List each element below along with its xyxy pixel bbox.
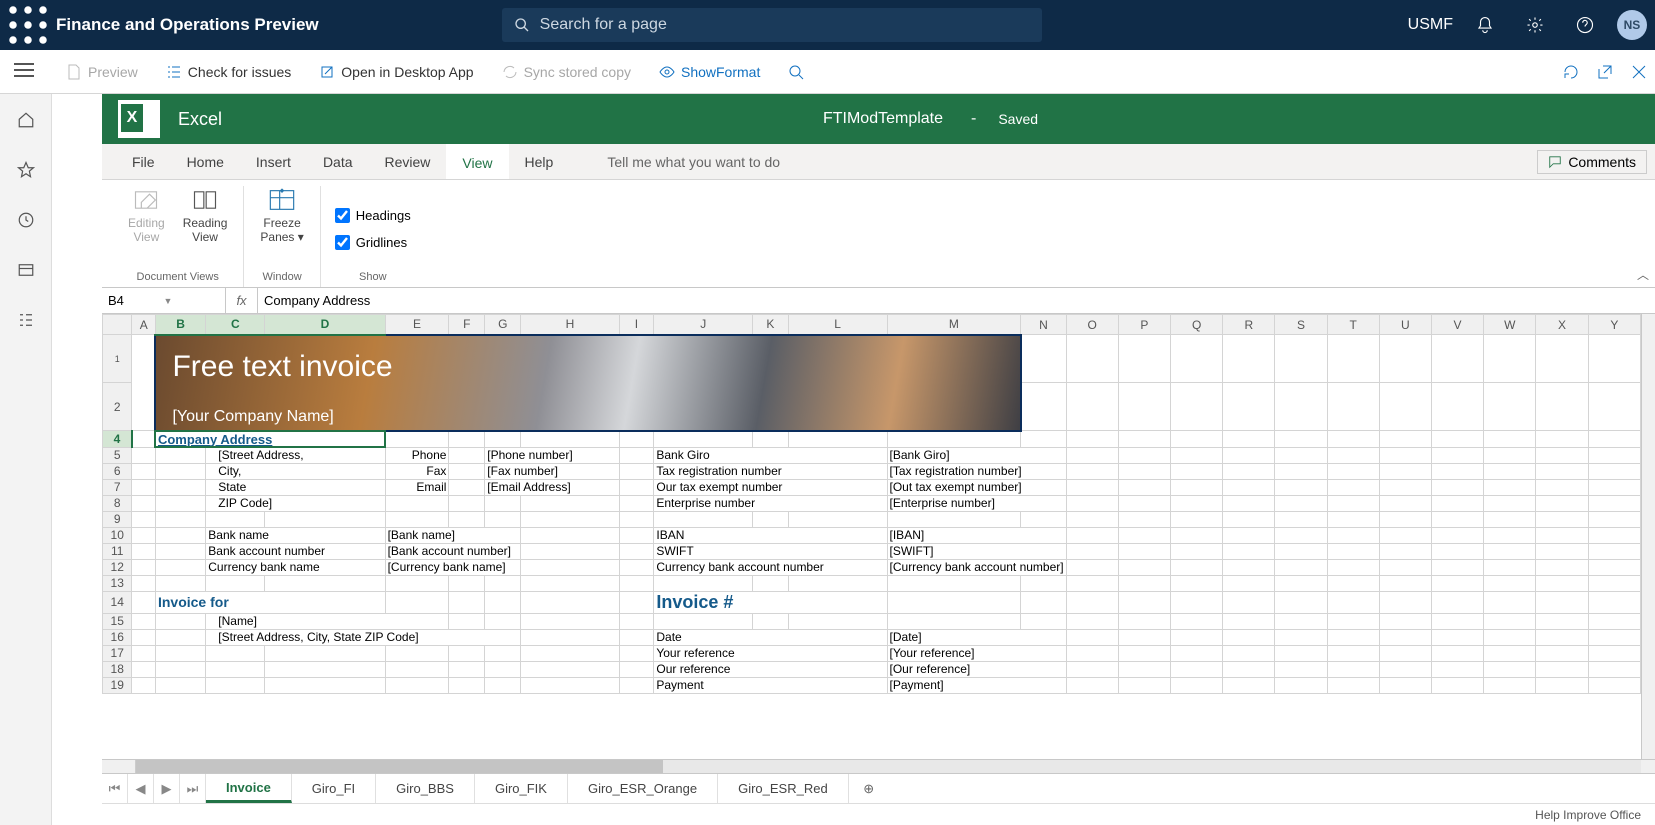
clock-icon[interactable] (14, 208, 38, 232)
popout-icon (1597, 64, 1613, 80)
freeze-icon (268, 188, 296, 212)
tab-data[interactable]: Data (307, 144, 369, 179)
star-icon[interactable] (14, 158, 38, 182)
sheet-tab-giro-esr-orange[interactable]: Giro_ESR_Orange (568, 774, 718, 803)
search-action[interactable] (788, 64, 804, 80)
bell-icon[interactable] (1467, 7, 1503, 43)
editing-view-button: Editing View (122, 186, 171, 271)
comment-icon (1548, 155, 1562, 169)
tab-home[interactable]: Home (171, 144, 240, 179)
comments-button[interactable]: Comments (1537, 150, 1647, 174)
workspace-icon[interactable] (14, 258, 38, 282)
action-bar: Preview Check for issues Open in Desktop… (0, 50, 1655, 94)
group-document-views: Document Views (122, 271, 233, 287)
tab-file[interactable]: File (116, 144, 171, 179)
sync-button: Sync stored copy (502, 64, 631, 80)
book-icon (191, 188, 219, 212)
ribbon-tabs: File Home Insert Data Review View Help T… (102, 144, 1655, 180)
sheet-nav-next[interactable]: ▶ (154, 774, 180, 803)
header-right: USMF NS (1408, 7, 1647, 43)
list-check-icon (166, 64, 182, 80)
company-code[interactable]: USMF (1408, 16, 1453, 34)
refresh-icon (1563, 64, 1579, 80)
check-issues-button[interactable]: Check for issues (166, 64, 291, 80)
sheet-nav-prev[interactable]: ◀ (128, 774, 154, 803)
tab-insert[interactable]: Insert (240, 144, 307, 179)
ribbon-view: Editing View Reading View Document Views… (102, 180, 1655, 288)
popout-icon (319, 64, 335, 80)
help-improve-link[interactable]: Help Improve Office (1535, 808, 1641, 822)
status-bar: Help Improve Office (102, 803, 1655, 825)
search-icon (788, 64, 804, 80)
search-icon (514, 17, 530, 33)
excel-logo-icon (118, 100, 160, 138)
group-window: Window (254, 271, 309, 287)
excel-file-name: FTIModTemplate (823, 110, 943, 128)
group-show: Show (331, 271, 415, 287)
formula-bar: B4▼ fx Company Address (102, 288, 1655, 314)
horizontal-scrollbar[interactable] (102, 759, 1655, 773)
open-desktop-button[interactable]: Open in Desktop App (319, 64, 473, 80)
eye-icon (659, 64, 675, 80)
invoice-banner: Free text invoice [Your Company Name] (155, 335, 1020, 431)
excel-save-status: Saved (998, 111, 1038, 127)
reading-view-button[interactable]: Reading View (177, 186, 234, 271)
refresh-button[interactable] (1563, 64, 1579, 80)
modules-icon[interactable] (14, 308, 38, 332)
hamburger-menu[interactable] (14, 63, 34, 82)
vertical-scrollbar[interactable] (1641, 314, 1655, 759)
show-format-button[interactable]: ShowFormat (659, 64, 760, 80)
sheet-tab-invoice[interactable]: Invoice (206, 774, 292, 803)
gridlines-checkbox[interactable]: Gridlines (331, 229, 415, 256)
user-avatar[interactable]: NS (1617, 10, 1647, 40)
spreadsheet[interactable]: ABCD EFGHI JKLMN OPQRS TUVWXY 1 Free tex… (102, 314, 1655, 759)
sheet-tabs-bar: ⏮ ◀ ▶ ⏭ Invoice Giro_FI Giro_BBS Giro_FI… (102, 773, 1655, 803)
sheet-nav-last[interactable]: ⏭ (180, 774, 206, 803)
sheet-tab-giro-fi[interactable]: Giro_FI (292, 774, 376, 803)
excel-app-name: Excel (178, 109, 222, 130)
tell-me-input[interactable]: Tell me what you want to do (607, 144, 780, 179)
d365-header: Finance and Operations Preview Search fo… (0, 0, 1655, 50)
sheet-tab-giro-esr-red[interactable]: Giro_ESR_Red (718, 774, 849, 803)
headings-checkbox[interactable]: Headings (331, 202, 415, 229)
freeze-panes-button[interactable]: Freeze Panes ▾ (254, 186, 309, 271)
sheet-tab-giro-fik[interactable]: Giro_FIK (475, 774, 568, 803)
tab-review[interactable]: Review (369, 144, 447, 179)
left-nav-rail (0, 94, 52, 825)
gear-icon[interactable] (1517, 7, 1553, 43)
add-sheet-button[interactable]: ⊕ (849, 774, 889, 803)
collapse-ribbon-icon[interactable]: ︿ (1637, 266, 1649, 283)
help-icon[interactable] (1567, 7, 1603, 43)
preview-button[interactable]: Preview (66, 64, 138, 80)
popout-button[interactable] (1597, 64, 1613, 80)
home-icon[interactable] (14, 108, 38, 132)
tab-view[interactable]: View (446, 144, 508, 179)
document-icon (66, 64, 82, 80)
app-launcher-icon[interactable] (8, 5, 48, 45)
cell-B4[interactable]: Company Address (155, 431, 385, 448)
tab-help[interactable]: Help (509, 144, 570, 179)
sheet-nav-first[interactable]: ⏮ (102, 774, 128, 803)
edit-icon (132, 188, 160, 212)
global-search[interactable]: Search for a page (502, 8, 1042, 42)
close-icon (1631, 64, 1647, 80)
fx-icon[interactable]: fx (226, 288, 258, 313)
close-button[interactable] (1631, 64, 1647, 80)
column-headers[interactable]: ABCD EFGHI JKLMN OPQRS TUVWXY (103, 315, 1641, 335)
formula-input[interactable]: Company Address (258, 288, 1655, 313)
sheet-tab-giro-bbs[interactable]: Giro_BBS (376, 774, 475, 803)
app-title: Finance and Operations Preview (56, 15, 319, 35)
excel-titlebar: Excel FTIModTemplate - Saved (102, 94, 1655, 144)
search-placeholder: Search for a page (540, 16, 667, 34)
name-box[interactable]: B4▼ (102, 288, 226, 313)
sync-icon (502, 64, 518, 80)
